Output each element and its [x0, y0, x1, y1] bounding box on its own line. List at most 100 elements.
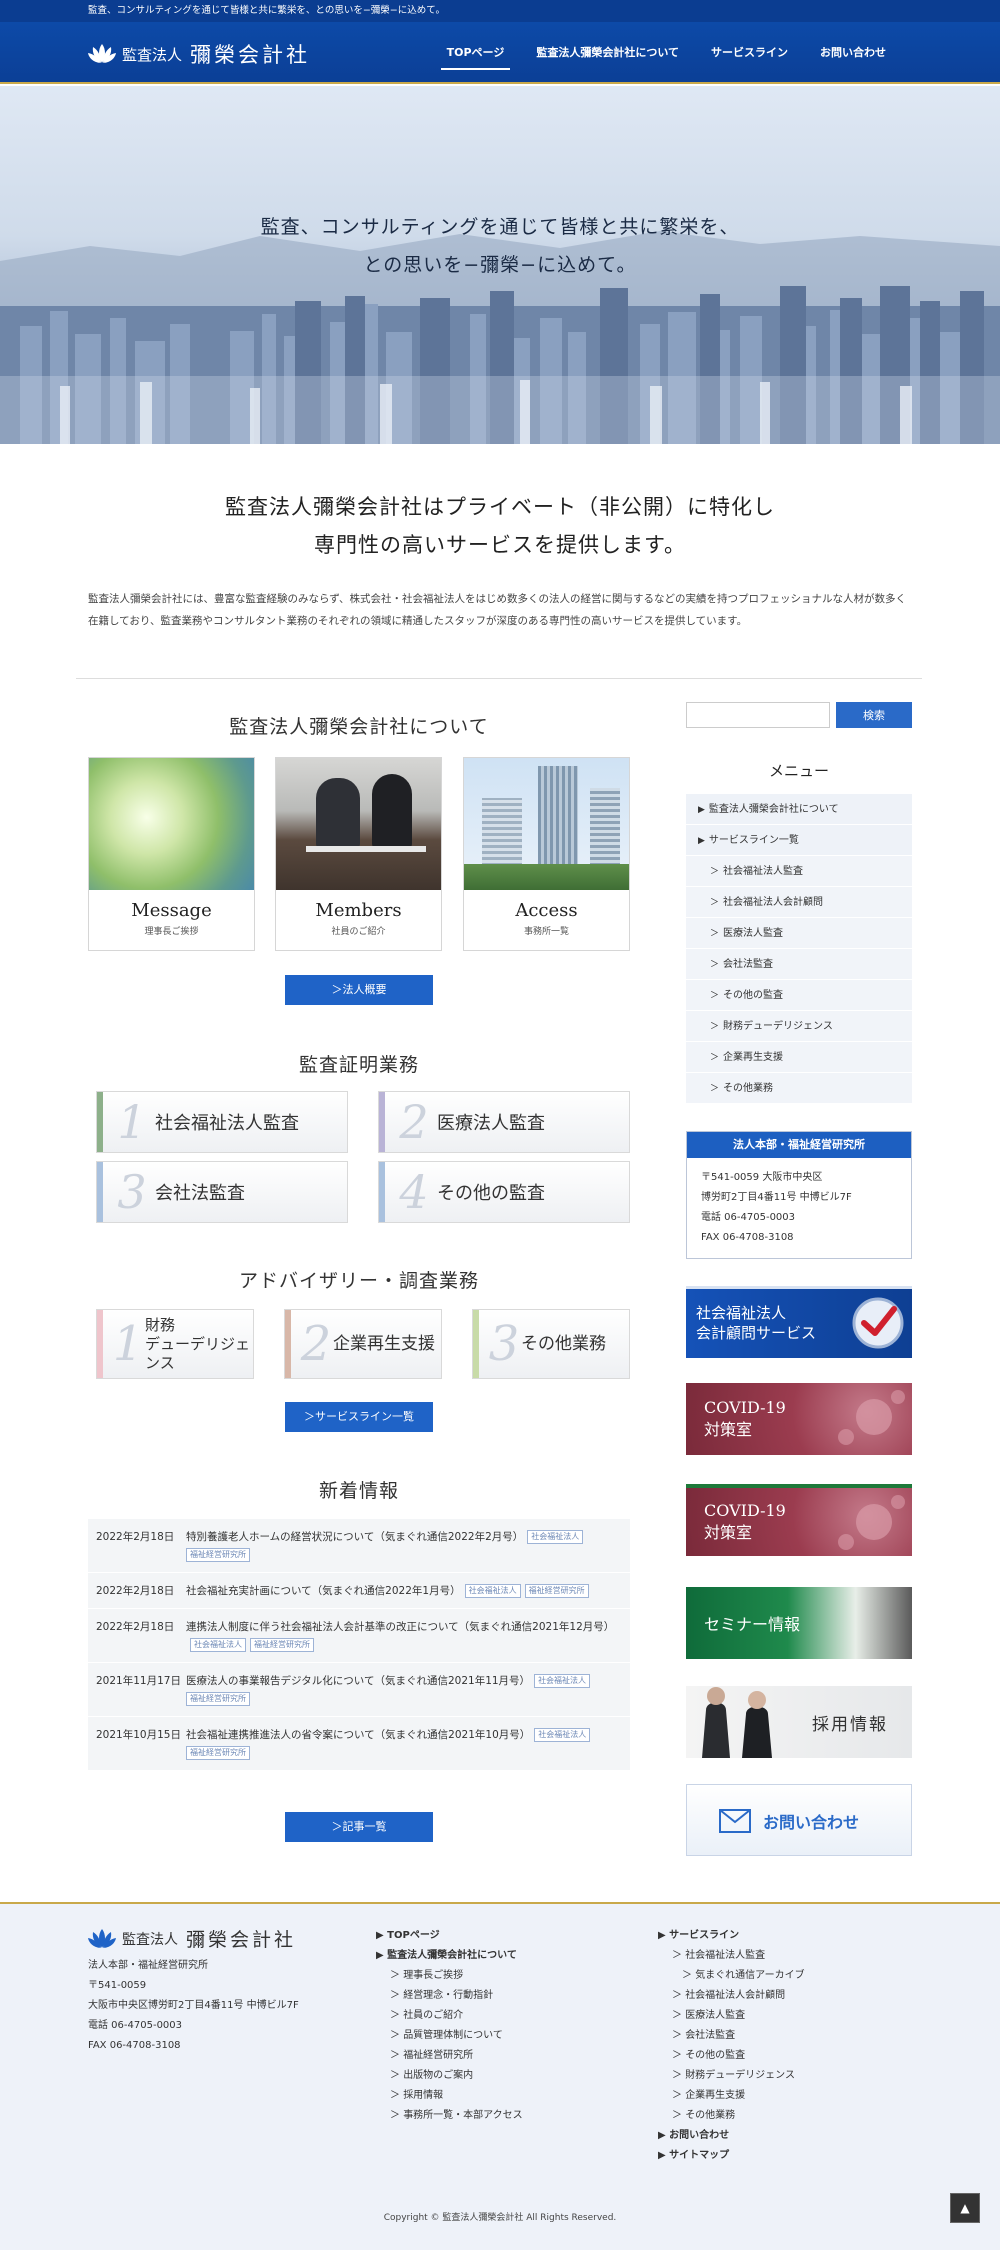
audit-item-welfare[interactable]: 1 社会福祉法人監査 [96, 1091, 348, 1153]
page-top-button[interactable]: ▲ [950, 2193, 980, 2223]
service-line-list-button[interactable]: ＞サービスライン一覧 [285, 1402, 433, 1432]
news-item[interactable]: 2022年2月18日 社会福祉充実計画について（気まぐれ通信2022年1月号）社… [88, 1573, 630, 1609]
news-tag[interactable]: 社会福祉法人 [464, 1584, 521, 1598]
nav-service-line[interactable]: サービスライン [695, 22, 804, 84]
news-title[interactable]: 社会福祉充実計画について（気まぐれ通信2022年1月号） [186, 1585, 461, 1597]
news-title[interactable]: 医療法人の事業報告デジタル化について（気まぐれ通信2021年11月号） [186, 1675, 530, 1687]
sidebar-item-due-diligence[interactable]: ＞財務デューデリジェンス [686, 1011, 912, 1042]
footer-link[interactable]: ▶ 監査法人彌榮会計社について [376, 1946, 523, 1966]
news-item[interactable]: 2022年2月18日 特別養護老人ホームの経営状況について（気まぐれ通信2022… [88, 1519, 630, 1573]
footer-link[interactable]: ＞ 医療法人監査 [658, 2006, 805, 2026]
contact-banner[interactable]: お問い合わせ [686, 1784, 912, 1856]
news-tag[interactable]: 福祉経営研究所 [250, 1638, 314, 1652]
card-message-sub: 理事長ご挨拶 [144, 927, 199, 937]
welfare-advisory-banner[interactable]: 社会福祉法人 会計顧問サービス [686, 1286, 912, 1358]
nav-contact[interactable]: お問い合わせ [804, 22, 902, 84]
news-title[interactable]: 特別養護老人ホームの経営状況について（気まぐれ通信2022年2月号） [186, 1531, 523, 1543]
audit-label: その他の監査 [437, 1183, 545, 1204]
sidebar-item-service-line[interactable]: ▶ サービスライン一覧 [686, 825, 912, 856]
card-message[interactable]: Message 理事長ご挨拶 [88, 757, 255, 951]
mail-icon [719, 1809, 751, 1833]
covid-banner-2[interactable]: COVID-19 対策室 [686, 1484, 912, 1556]
hero-line-2: との思いを−彌榮−に込めて。 [363, 254, 637, 276]
advisory-section-title: アドバイザリー・調査業務 [238, 1270, 479, 1292]
seminar-banner[interactable]: セミナー情報 [686, 1587, 912, 1659]
footer-link[interactable]: ＞ 気まぐれ通信アーカイブ [658, 1966, 805, 1986]
footer-link[interactable]: ＞ 社会福祉法人監査 [658, 1946, 805, 1966]
advisory-item-other[interactable]: 3 その他業務 [472, 1309, 630, 1379]
covid-banner-1[interactable]: COVID-19 対策室 [686, 1383, 912, 1455]
footer-link-label: 社会福祉法人監査 [685, 1950, 766, 1961]
news-item[interactable]: 2021年10月15日 社会福祉連携推進法人の省令案について（気まぐれ通信202… [88, 1717, 630, 1771]
sidebar-item-welfare-advisor[interactable]: ＞社会福祉法人会計顧問 [686, 887, 912, 918]
audit-bar [97, 1162, 103, 1222]
news-item[interactable]: 2021年11月17日 医療法人の事業報告デジタル化について（気まぐれ通信202… [88, 1663, 630, 1717]
sidebar-item-about[interactable]: ▶ 監査法人彌榮会計社について [686, 794, 912, 825]
news-tag[interactable]: 福祉経営研究所 [186, 1746, 250, 1760]
search-input[interactable] [686, 702, 830, 728]
audit-item-medical[interactable]: 2 医療法人監査 [378, 1091, 630, 1153]
footer-link[interactable]: ＞ 福祉経営研究所 [376, 2046, 523, 2066]
banner-text: 採用情報 [812, 1715, 888, 1735]
footer-link[interactable]: ▶ サービスライン [658, 1926, 805, 1946]
news-list: 2022年2月18日 特別養護老人ホームの経営状況について（気まぐれ通信2022… [88, 1519, 630, 1771]
footer-link[interactable]: ▶ TOPページ [376, 1926, 523, 1946]
news-title[interactable]: 社会福祉連携推進法人の省令案について（気まぐれ通信2021年10月号） [186, 1729, 530, 1741]
news-tag[interactable]: 社会福祉法人 [534, 1674, 591, 1688]
footer-link[interactable]: ＞ 品質管理体制について [376, 2026, 523, 2046]
article-list-button[interactable]: ＞記事一覧 [285, 1812, 433, 1842]
sidebar-item-other-audit[interactable]: ＞その他の監査 [686, 980, 912, 1011]
audit-num: 2 [399, 1095, 429, 1149]
meeting-image [276, 758, 441, 890]
card-access[interactable]: Access 事務所一覧 [463, 757, 630, 951]
footer-logo-small: 監査法人 [122, 1931, 178, 1948]
nav-about[interactable]: 監査法人彌榮会計社について [520, 22, 695, 84]
news-tag[interactable]: 社会福祉法人 [534, 1728, 591, 1742]
card-members[interactable]: Members 社員のご紹介 [275, 757, 442, 951]
hero-copy: 監査、コンサルティングを通じて皆様と共に繁栄を、 との思いを−彌榮−に込めて。 [0, 208, 1000, 284]
sidebar-item-welfare-audit[interactable]: ＞社会福祉法人監査 [686, 856, 912, 887]
footer-link[interactable]: ＞ その他の監査 [658, 2046, 805, 2066]
footer-link[interactable]: ＞ その他業務 [658, 2106, 805, 2126]
footer-link[interactable]: ＞ 事務所一覧・本部アクセス [376, 2106, 523, 2126]
sidebar-item-medical-audit[interactable]: ＞医療法人監査 [686, 918, 912, 949]
nav-top[interactable]: TOPページ [431, 22, 521, 84]
sidebar-item-companies-act[interactable]: ＞会社法監査 [686, 949, 912, 980]
footer-link[interactable]: ▶ サイトマップ [658, 2146, 805, 2166]
footer-link[interactable]: ＞ 経営理念・行動指針 [376, 1986, 523, 2006]
footer-link[interactable]: ＞ 財務デューデリジェンス [658, 2066, 805, 2086]
footer-link[interactable]: ＞ 出版物のご案内 [376, 2066, 523, 2086]
sidebar-item-restructuring[interactable]: ＞企業再生支援 [686, 1042, 912, 1073]
news-tag[interactable]: 福祉経営研究所 [186, 1548, 250, 1562]
footer-link[interactable]: ＞ 社会福祉法人会計顧問 [658, 1986, 805, 2006]
audit-item-companies-act[interactable]: 3 会社法監査 [96, 1161, 348, 1223]
intro-text: 監査法人彌榮会計社には、豊富な監査経験のみならず、株式会社・社会福祉法人をはじめ… [88, 593, 907, 627]
footer-link[interactable]: ▶ お問い合わせ [658, 2126, 805, 2146]
news-tag[interactable]: 社会福祉法人 [190, 1638, 246, 1652]
news-item[interactable]: 2022年2月18日 連携法人制度に伴う社会福祉法人会計基準の改正について（気ま… [88, 1609, 630, 1663]
news-tag[interactable]: 社会福祉法人 [527, 1530, 584, 1544]
logo-leaf-icon [88, 44, 116, 63]
news-title[interactable]: 連携法人制度に伴う社会福祉法人会計基準の改正について（気まぐれ通信2021年12… [186, 1621, 614, 1633]
virus-icon [838, 1495, 905, 1550]
advisory-item-restructuring[interactable]: 2 企業再生支援 [284, 1309, 442, 1379]
audit-item-other[interactable]: 4 その他の監査 [378, 1161, 630, 1223]
news-tag[interactable]: 福祉経営研究所 [524, 1584, 589, 1598]
footer-link[interactable]: ＞ 採用情報 [376, 2086, 523, 2106]
search-button[interactable]: 検索 [836, 702, 912, 728]
footer-link[interactable]: ＞ 会社法監査 [658, 2026, 805, 2046]
recruit-banner[interactable]: 採用情報 [686, 1686, 912, 1758]
footer-link-label: その他業務 [685, 2110, 736, 2121]
footer-link[interactable]: ＞ 社員のご紹介 [376, 2006, 523, 2026]
advisory-item-due-diligence[interactable]: 1 財務 デューデリジェンス [96, 1309, 254, 1379]
footer-link[interactable]: ＞ 企業再生支援 [658, 2086, 805, 2106]
company-overview-button[interactable]: ＞法人概要 [285, 975, 433, 1005]
site-logo[interactable]: 監査法人 彌榮会計社 [88, 40, 310, 68]
chevron-right-icon: ＞ [710, 898, 720, 908]
footer-link[interactable]: ＞ 理事長ご挨拶 [376, 1966, 523, 1986]
news-date: 2022年2月18日 [96, 1585, 175, 1597]
intro-title-line-2: 専門性の高いサービスを提供します。 [314, 533, 686, 557]
news-tag[interactable]: 福祉経営研究所 [186, 1692, 250, 1706]
sidebar-item-other-services[interactable]: ＞その他業務 [686, 1073, 912, 1104]
footer-logo[interactable]: 監査法人 彌榮会計社 [88, 1925, 296, 1952]
